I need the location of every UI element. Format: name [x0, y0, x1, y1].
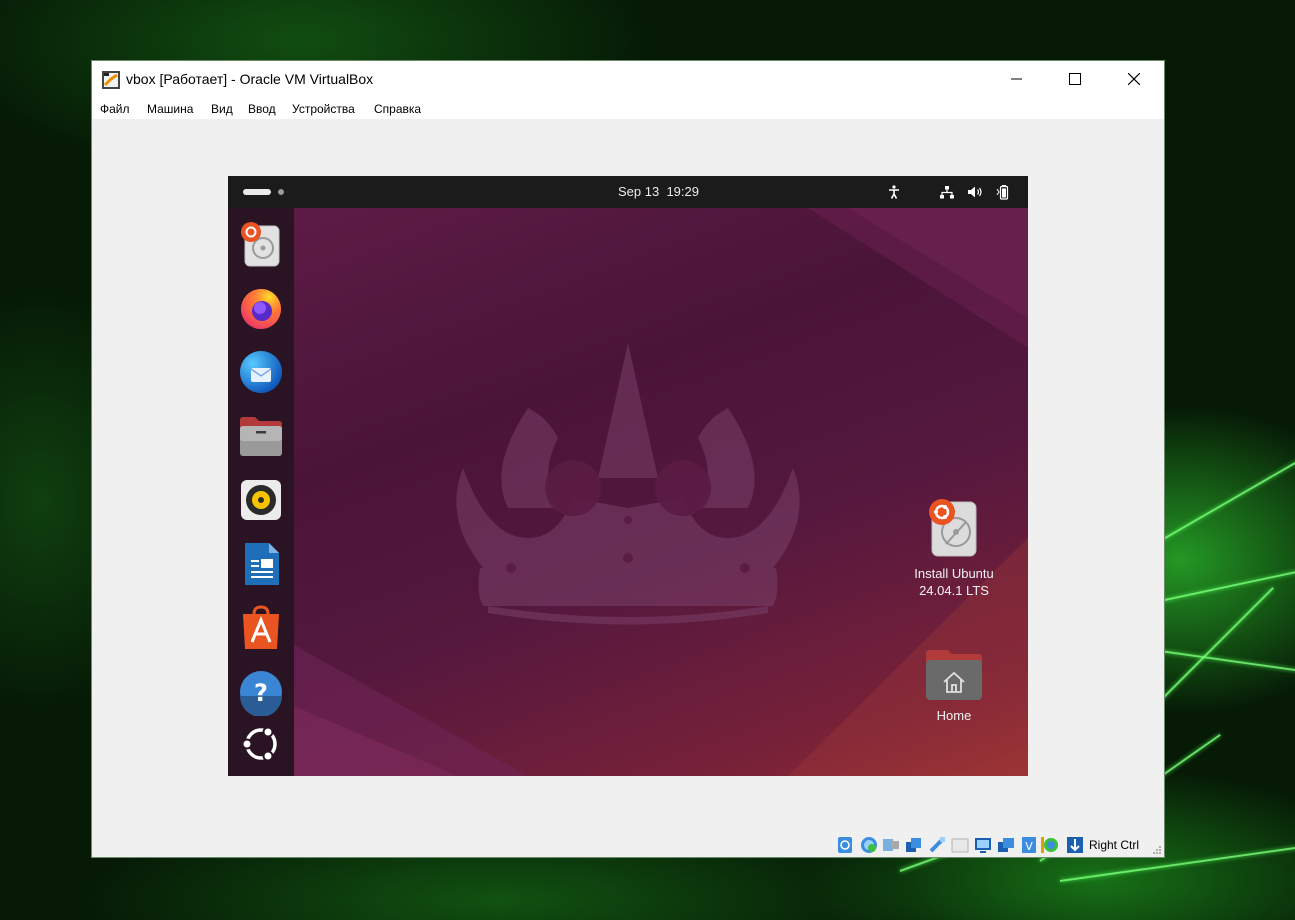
- virtualbox-window: vbox [Работает] - Oracle VM VirtualBox Ф…: [92, 61, 1164, 857]
- status-bar: V Right Ctrl: [92, 833, 1164, 857]
- install-ubuntu-icon[interactable]: [237, 220, 285, 268]
- close-button[interactable]: [1105, 61, 1163, 97]
- workspace-indicator[interactable]: [278, 189, 284, 195]
- ubuntu-dock: ?: [228, 208, 294, 776]
- shared-folders-status-icon[interactable]: [951, 836, 969, 854]
- hard-disk-status-icon[interactable]: [836, 836, 854, 854]
- desktop-wallpaper[interactable]: Install Ubuntu 24.04.1 LTS Home: [228, 208, 1028, 776]
- files-icon[interactable]: [237, 412, 285, 460]
- desktop-home[interactable]: Home: [904, 648, 1004, 724]
- menu-view[interactable]: Вид: [211, 102, 233, 116]
- maximize-button[interactable]: [1046, 61, 1104, 97]
- usb-status-icon[interactable]: [928, 836, 946, 854]
- network-icon[interactable]: [939, 184, 955, 200]
- home-folder-icon: [926, 650, 982, 700]
- clock[interactable]: Sep 13 19:29: [618, 184, 699, 199]
- minimize-button[interactable]: [988, 61, 1046, 97]
- show-apps-icon[interactable]: [237, 720, 285, 768]
- title-bar[interactable]: vbox [Работает] - Oracle VM VirtualBox: [92, 61, 1164, 97]
- network-status-icon[interactable]: [905, 836, 923, 854]
- window-title: vbox [Работает] - Oracle VM VirtualBox: [126, 71, 374, 87]
- optical-drive-status-icon[interactable]: [860, 836, 878, 854]
- desktop-install-ubuntu[interactable]: Install Ubuntu 24.04.1 LTS: [904, 498, 1004, 599]
- libreoffice-writer-icon[interactable]: [237, 540, 285, 588]
- resize-grip-icon[interactable]: [1152, 845, 1162, 855]
- install-ubuntu-label-2: 24.04.1 LTS: [919, 583, 989, 598]
- menu-input[interactable]: Ввод: [248, 102, 276, 116]
- install-ubuntu-label-1: Install Ubuntu: [914, 566, 994, 581]
- guest-additions-status-icon[interactable]: [1040, 836, 1058, 854]
- battery-icon[interactable]: [996, 184, 1012, 200]
- virtualbox-app-icon: [102, 71, 120, 89]
- accessibility-icon[interactable]: [886, 184, 902, 200]
- audio-status-icon[interactable]: [882, 836, 900, 854]
- firefox-icon[interactable]: [237, 284, 285, 332]
- menu-machine[interactable]: Машина: [147, 102, 193, 116]
- workspace-indicator-active[interactable]: [243, 189, 271, 195]
- virtualization-status-icon[interactable]: V: [1020, 836, 1038, 854]
- host-key-label: Right Ctrl: [1089, 838, 1140, 852]
- svg-text:V: V: [1025, 840, 1033, 853]
- svg-text:?: ?: [254, 679, 268, 707]
- maximize-icon: [1069, 73, 1081, 85]
- help-icon[interactable]: ?: [237, 668, 285, 716]
- recording-status-icon[interactable]: [997, 836, 1015, 854]
- rhythmbox-icon[interactable]: [237, 476, 285, 524]
- app-center-icon[interactable]: [237, 604, 285, 652]
- menu-bar: Файл Машина Вид Ввод Устройства Справка: [92, 97, 1164, 119]
- display-status-icon[interactable]: [974, 836, 992, 854]
- gnome-top-bar: Sep 13 19:29: [228, 176, 1028, 208]
- menu-devices[interactable]: Устройства: [292, 102, 355, 116]
- close-icon: [1128, 73, 1140, 85]
- thunderbird-icon[interactable]: [237, 348, 285, 396]
- mouse-integration-status-icon[interactable]: [1066, 836, 1084, 854]
- home-label: Home: [936, 708, 972, 723]
- minimize-icon: [1011, 78, 1022, 80]
- menu-file[interactable]: Файл: [100, 102, 130, 116]
- menu-help[interactable]: Справка: [374, 102, 421, 116]
- volume-icon[interactable]: [967, 184, 983, 200]
- install-ubuntu-desktop-icon: [929, 499, 977, 557]
- guest-screen[interactable]: Sep 13 19:29 Install Ubuntu 24.04.1 LTS …: [228, 176, 1028, 776]
